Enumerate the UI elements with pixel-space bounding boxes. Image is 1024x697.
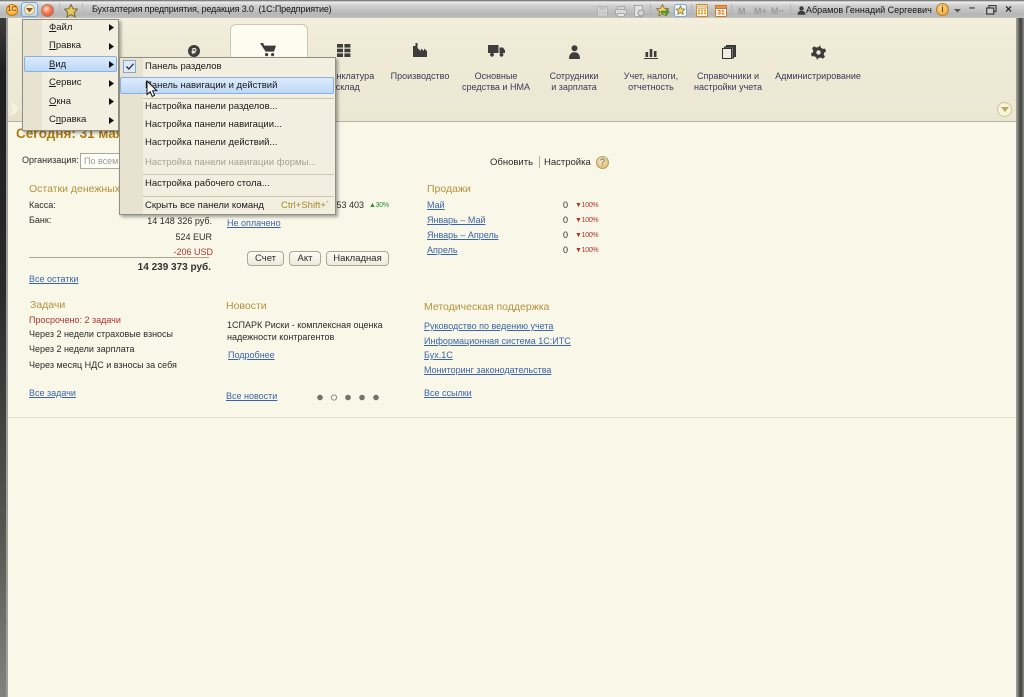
svg-text:31: 31 (717, 10, 725, 17)
svg-text:₽: ₽ (191, 47, 196, 56)
